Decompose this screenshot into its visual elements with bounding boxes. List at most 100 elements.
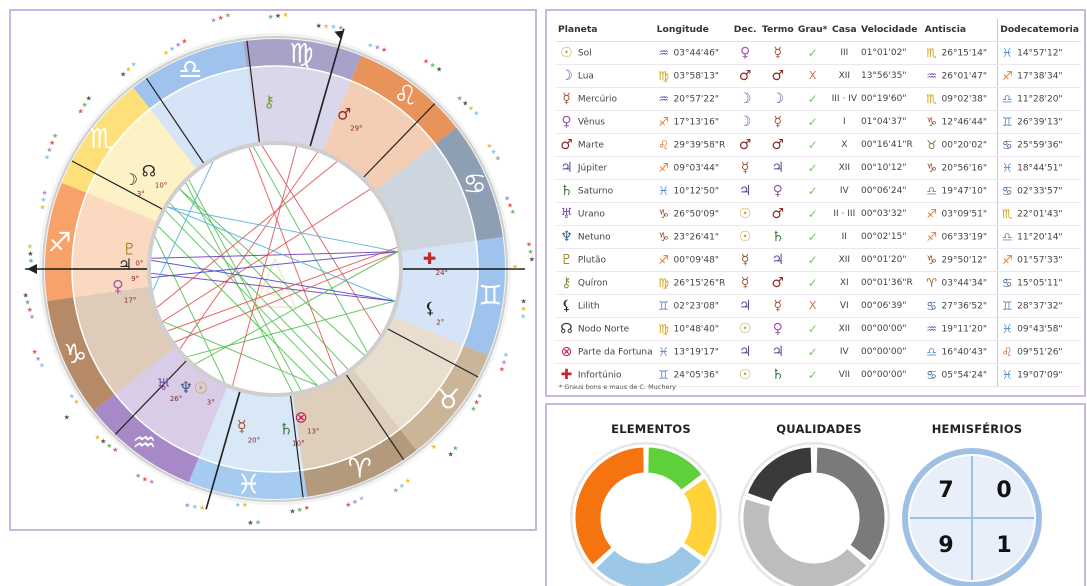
star-dot-icon: ★	[184, 501, 190, 509]
longitude-value: 20°57'22"	[673, 94, 720, 104]
dec-glyph-icon: ♂	[738, 67, 752, 84]
dodecatemoria-value: 14°57'12"	[1017, 48, 1063, 58]
sign-glyph-icon: ♊	[658, 367, 670, 382]
planet-degree-label: 24°	[436, 269, 448, 277]
longitude-value: 03°58'13"	[673, 71, 720, 81]
hemisphere-count-sw: 9	[938, 533, 953, 558]
house-cell: IV	[829, 340, 859, 364]
dodecatemoria-cell: ♓ 09°43'58"	[997, 317, 1081, 341]
planet-degree-label: 9°	[131, 275, 139, 283]
planet-cell: ⊗ Parte da Fortuna	[556, 340, 655, 364]
planet-name: Lilith	[577, 301, 600, 311]
planet-glyph-icon: ♅	[560, 205, 573, 222]
table-row: ♄ Saturno ♓ 10°12'50" ♃ ♀ ✓ IV 00°06'24" ♎ 19°4…	[556, 179, 1081, 203]
table-header-row: Planeta Longitude Dec. Termo Grau* Casa …	[556, 19, 1081, 42]
star-dot-icon: ★	[242, 501, 248, 509]
col-planet: Planeta	[556, 19, 655, 42]
star-dot-icon: ★	[297, 506, 303, 514]
table-row: ⚸ Lilith ♊ 02°23'08" ♃ ☿ X VI 00°06'39" ♋ 27°36…	[556, 294, 1081, 318]
star-dot-icon: ★	[431, 443, 437, 451]
col-longitude: Longitude	[654, 19, 731, 42]
check-icon: ✓	[807, 275, 818, 290]
term-glyph-icon: ☿	[773, 297, 783, 314]
house-cell: VI	[829, 294, 859, 318]
longitude-cell: ♐ 00°09'48"	[654, 248, 731, 272]
longitude-cell: ♓ 13°19'17"	[654, 340, 731, 364]
star-dot-icon: ★	[135, 472, 141, 480]
grade-cell: X	[795, 64, 830, 88]
house-cell: XII	[829, 156, 859, 180]
table-row: ♂ Marte ♌ 29°39'58"R ♂ ♂ ✓ X 00°16'41"R ♉ 00°20…	[556, 133, 1081, 157]
planet-marker-icon: ♃	[118, 255, 132, 274]
elements-donut	[570, 442, 722, 586]
antiscia-value: 19°47'10"	[941, 186, 987, 196]
planet-degree-label: 20°	[248, 437, 260, 445]
stats-panel: ELEMENTOS QUALIDADES HEMISFÉRIOS 7 0 9 1	[545, 403, 1086, 586]
planet-name: Parte da Fortuna	[577, 347, 653, 357]
check-icon: ✓	[807, 321, 818, 336]
house-cell: III	[829, 41, 859, 65]
table-row: ⚷ Quíron ♍ 26°15'26"R ☿ ♂ ✓ XI 00°01'36"R ♈ 03°…	[556, 271, 1081, 295]
antiscia-sign-icon: ♏	[926, 91, 937, 106]
check-icon: ✓	[807, 114, 818, 129]
star-dot-icon: ★	[73, 398, 79, 406]
dec-glyph-icon: ♂	[738, 136, 752, 153]
star-dot-icon: ★	[338, 24, 344, 32]
planet-table-panel: Planeta Longitude Dec. Termo Grau* Casa …	[545, 9, 1086, 397]
planet-name: Saturno	[577, 186, 614, 196]
term-cell: ♃	[759, 156, 796, 180]
term-cell: ♂	[759, 64, 796, 88]
longitude-cell: ♒ 20°57'22"	[654, 87, 731, 111]
star-dot-icon: ★	[423, 57, 429, 65]
star-dot-icon: ★	[436, 65, 442, 73]
dodecatemoria-sign-icon: ♊	[1001, 114, 1013, 129]
dodecatemoria-sign-icon: ♋	[1001, 183, 1013, 198]
longitude-cell: ♐ 09°03'44"	[654, 156, 731, 180]
planet-degree-label: 3°	[207, 399, 215, 407]
planet-glyph-icon: ☿	[562, 90, 571, 107]
dec-glyph-icon: ☉	[738, 366, 752, 383]
antiscia-cell: ♉ 00°20'02"	[922, 133, 998, 157]
dodecatemoria-cell: ♎ 11°28'20"	[997, 87, 1081, 111]
antiscia-sign-icon: ♋	[926, 367, 937, 382]
table-row: ♀ Vênus ♐ 17°13'16" ☽ ☿ ✓ I 01°04'37" ♑ 12°46'4…	[556, 110, 1081, 134]
antiscia-value: 03°44'34"	[941, 278, 987, 288]
antiscia-cell: ♒ 26°01'47"	[922, 64, 998, 88]
antiscia-value: 00°20'02"	[941, 140, 987, 150]
dodecatemoria-cell: ♋ 15°05'11"	[997, 271, 1081, 295]
planet-glyph-icon: ✚	[560, 366, 573, 383]
term-cell: ♀	[759, 179, 796, 203]
grade-cell: ✓	[795, 317, 830, 341]
planet-marker-icon: ♄	[279, 420, 293, 439]
star-dot-icon: ★	[316, 22, 322, 30]
star-dot-icon: ★	[529, 255, 535, 263]
star-dot-icon: ★	[44, 153, 50, 161]
antiscia-value: 27°36'52"	[941, 301, 987, 311]
cross-icon: X	[808, 69, 817, 82]
longitude-cell: ♑ 26°50'09"	[654, 202, 731, 226]
dec-glyph-icon: ♃	[738, 297, 752, 314]
star-dot-icon: ★	[267, 13, 273, 21]
planet-cell: ♀ Vênus	[556, 110, 655, 134]
planet-glyph-icon: ☊	[560, 320, 573, 337]
dodecatemoria-sign-icon: ♐	[1001, 68, 1013, 83]
planet-glyph-icon: ♇	[560, 251, 573, 268]
house-cell: IV	[829, 179, 859, 203]
velocity-cell: 00°01'20"	[858, 248, 923, 272]
check-icon: ✓	[807, 160, 818, 175]
planet-degree-label: 0°	[135, 260, 143, 268]
capricorn-sign-icon: ♑	[63, 339, 87, 370]
star-dot-icon: ★	[169, 45, 175, 53]
table-footnote: * Graus bons e maus de C. Muchery	[559, 383, 677, 391]
sign-glyph-icon: ♓	[658, 183, 670, 198]
house-cell: I	[829, 110, 859, 134]
stats-graphics: 7 0 9 1	[570, 442, 1042, 586]
term-glyph-icon: ♃	[771, 343, 785, 360]
antiscia-sign-icon: ♑	[926, 252, 937, 267]
check-icon: ✓	[807, 367, 818, 382]
star-dot-icon: ★	[501, 358, 507, 366]
sign-glyph-icon: ♊	[658, 298, 670, 313]
antiscia-sign-icon: ♎	[926, 183, 937, 198]
star-dot-icon: ★	[503, 351, 509, 359]
planet-marker-icon: ☿	[237, 417, 247, 436]
